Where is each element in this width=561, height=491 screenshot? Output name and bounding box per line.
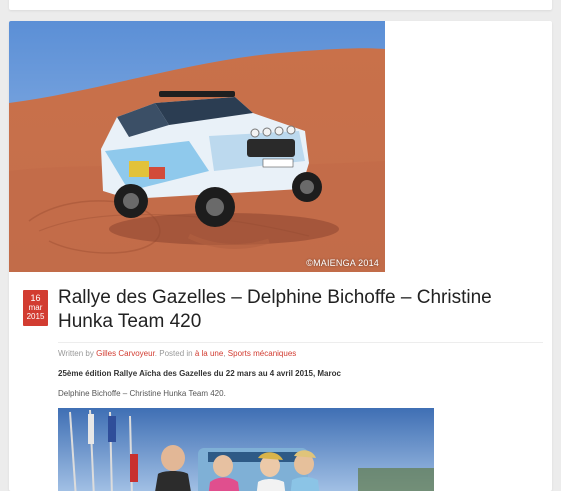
featured-image[interactable]: ©MAIENGA 2014 <box>9 21 385 272</box>
post-meta: Written by Gilles Carvoyeur. Posted in à… <box>58 349 538 358</box>
meta-separator: , <box>223 349 226 358</box>
post-subtitle: 25ème édition Rallye Aïcha des Gazelles … <box>58 369 341 378</box>
photo-credit: ©MAIENGA 2014 <box>306 258 379 268</box>
meta-posted-in: . Posted in <box>154 349 193 358</box>
post-card: ©MAIENGA 2014 16 mar 2015 Rallye des Gaz… <box>9 21 552 491</box>
date-month: mar <box>28 303 43 312</box>
date-badge: 16 mar 2015 <box>23 290 48 326</box>
rally-car-photo <box>9 21 385 272</box>
post-title[interactable]: Rallye des Gazelles – Delphine Bichoffe … <box>58 286 538 334</box>
category-link-une[interactable]: à la une <box>195 349 223 358</box>
team-photo[interactable] <box>58 408 434 491</box>
post-body: Delphine Bichoffe – Christine Hunka Team… <box>58 389 226 398</box>
author-link[interactable]: Gilles Carvoyeur <box>96 349 155 358</box>
previous-post-card <box>9 0 552 10</box>
date-year: 2015 <box>26 312 45 321</box>
category-link-sports[interactable]: Sports mécaniques <box>228 349 296 358</box>
meta-written-by: Written by <box>58 349 94 358</box>
title-divider <box>58 342 543 343</box>
team-photo-image <box>58 408 434 491</box>
date-day: 16 <box>30 293 41 303</box>
